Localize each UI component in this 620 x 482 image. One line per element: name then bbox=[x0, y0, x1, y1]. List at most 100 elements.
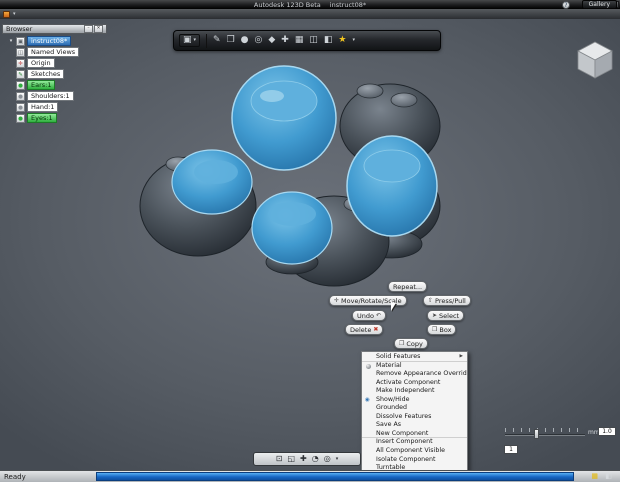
primitives-menu-icon: ▣ bbox=[183, 35, 192, 45]
look-at-icon[interactable]: ◎ bbox=[324, 455, 331, 463]
gallery-button[interactable]: Gallery bbox=[581, 0, 617, 9]
grid-slider-track[interactable] bbox=[505, 434, 585, 436]
menu-item-solid-features[interactable]: Solid Features ▶ bbox=[362, 353, 467, 362]
menu-item-insert-component[interactable]: Insert Component bbox=[362, 438, 467, 447]
orbit-icon[interactable]: ◔ bbox=[312, 455, 319, 463]
select-label: Select bbox=[439, 311, 460, 320]
component-icon: ▣ bbox=[16, 36, 25, 46]
model-canvas[interactable] bbox=[132, 56, 466, 296]
browser-item-label[interactable]: Ears:1 bbox=[27, 80, 56, 90]
browser-item-label[interactable]: instruct08* bbox=[27, 36, 72, 46]
browser-item-root[interactable]: ▾ ▣ instruct08* bbox=[8, 36, 72, 46]
mouse-cursor bbox=[391, 302, 396, 311]
context-menu: Solid Features ▶ Material Remove Appeara… bbox=[361, 351, 468, 482]
browser-item-sketches[interactable]: ✎ Sketches bbox=[16, 69, 65, 79]
menu-item-all-component-visible[interactable]: All Component Visible bbox=[362, 447, 467, 456]
app-menu-caret-icon[interactable]: ▾ bbox=[13, 11, 16, 17]
visibility-icon[interactable]: ● bbox=[16, 113, 25, 123]
press-pull-button[interactable]: ⇧ Press/Pull bbox=[423, 295, 471, 306]
browser-title: Browser bbox=[6, 25, 33, 33]
select-button[interactable]: ➤ Select bbox=[427, 310, 465, 321]
grid-value-field[interactable]: 1.0 bbox=[598, 427, 616, 436]
repeat-label: Repeat... bbox=[393, 282, 423, 291]
copy-button[interactable]: ❐ Copy bbox=[394, 338, 428, 349]
browser-item-label[interactable]: Hand:1 bbox=[27, 102, 59, 112]
menu-item-label: Save As bbox=[376, 421, 402, 429]
browser-item-label[interactable]: Shoulders:1 bbox=[27, 91, 74, 101]
navigation-toolbar: ⊡ ◱ ✚ ◔ ◎ ▾ bbox=[253, 452, 361, 466]
expander-icon[interactable]: ▾ bbox=[8, 38, 14, 44]
browser-item-eyes[interactable]: ● Eyes:1 bbox=[16, 113, 57, 123]
menu-item-make-independent[interactable]: Make Independent bbox=[362, 387, 467, 396]
extrude-tool-icon[interactable]: ◆ bbox=[268, 36, 275, 45]
browser-item-named-views[interactable]: ◫ Named Views bbox=[16, 47, 80, 57]
favorites-star-icon[interactable]: ★ bbox=[338, 36, 346, 45]
layout-status-icon[interactable]: ◧ bbox=[605, 473, 612, 480]
menu-item-label: Material bbox=[376, 361, 402, 369]
sketches-icon: ✎ bbox=[16, 69, 25, 79]
primitives-menu-button[interactable]: ▣ ▾ bbox=[179, 34, 201, 47]
visibility-icon[interactable]: ● bbox=[16, 102, 25, 112]
browser-panel-header[interactable]: Browser – ✕ bbox=[2, 24, 107, 34]
origin-icon: ✛ bbox=[16, 58, 25, 68]
grid-slider-handle[interactable] bbox=[534, 429, 539, 439]
move-tool-icon[interactable]: ✚ bbox=[281, 36, 289, 45]
delete-label: Delete bbox=[350, 325, 372, 334]
browser-close-button[interactable]: ✕ bbox=[94, 25, 103, 33]
copy-icon: ❐ bbox=[399, 339, 405, 347]
box-primitive-icon[interactable]: ❒ bbox=[227, 36, 235, 45]
browser-item-hand[interactable]: ● Hand:1 bbox=[16, 102, 59, 112]
box-select-button[interactable]: ❒ Box bbox=[427, 324, 457, 335]
app-logo-icon[interactable] bbox=[3, 10, 10, 18]
menu-item-show-hide[interactable]: ◉ Show/Hide bbox=[362, 396, 467, 405]
menu-item-save-as[interactable]: Save As bbox=[362, 421, 467, 430]
menu-item-isolate-component[interactable]: Isolate Component bbox=[362, 456, 467, 465]
document-title: instruct08* bbox=[329, 0, 367, 9]
sphere-primitive-icon[interactable]: ● bbox=[241, 36, 249, 45]
main-toolbar: ▣ ▾ ✎ ❒ ● ◎ ◆ ✚ ▦ ◫ ◧ ★ ▾ bbox=[173, 30, 441, 51]
undo-button[interactable]: Undo ↶ bbox=[352, 310, 387, 321]
menu-item-label: Activate Component bbox=[376, 378, 441, 386]
grid-status-icon[interactable]: ▦ bbox=[591, 473, 598, 480]
browser-item-label[interactable]: Sketches bbox=[27, 69, 65, 79]
app-window: Autodesk 123D Beta instruct08* – ❒ ✕ ▾ ?… bbox=[0, 0, 620, 482]
view-settings-caret-icon[interactable]: ▾ bbox=[336, 456, 339, 462]
menu-item-dissolve-features[interactable]: Dissolve Features bbox=[362, 413, 467, 422]
undo-arrow-icon: ↶ bbox=[375, 311, 382, 319]
delete-button[interactable]: Delete ✖ bbox=[345, 324, 384, 335]
help-icon[interactable]: ? bbox=[562, 1, 570, 9]
browser-item-label[interactable]: Named Views bbox=[27, 47, 80, 57]
view-cube[interactable] bbox=[576, 40, 614, 80]
menu-item-remove-appearance-override[interactable]: Remove Appearance Override bbox=[362, 370, 467, 379]
menu-item-label: Insert Component bbox=[376, 438, 433, 446]
browser-item-ears[interactable]: ● Ears:1 bbox=[16, 80, 56, 90]
sketch-tool-icon[interactable]: ✎ bbox=[213, 36, 221, 45]
fit-view-icon[interactable]: ◱ bbox=[287, 455, 295, 463]
repeat-button[interactable]: Repeat... bbox=[388, 281, 428, 292]
browser-item-origin[interactable]: ✛ Origin bbox=[16, 58, 55, 68]
browser-item-shoulders[interactable]: ● Shoulders:1 bbox=[16, 91, 74, 101]
submenu-arrow-icon: ▶ bbox=[459, 354, 463, 359]
zoom-window-icon[interactable]: ⊡ bbox=[276, 455, 283, 463]
shell-tool-icon[interactable]: ◧ bbox=[324, 36, 333, 45]
menu-item-material[interactable]: Material bbox=[362, 362, 467, 371]
combine-tool-icon[interactable]: ◫ bbox=[309, 36, 318, 45]
pattern-tool-icon[interactable]: ▦ bbox=[295, 36, 304, 45]
menu-item-grounded[interactable]: Grounded bbox=[362, 404, 467, 413]
more-tools-caret-icon[interactable]: ▾ bbox=[352, 38, 355, 43]
menu-item-label: Remove Appearance Override bbox=[376, 370, 468, 378]
press-pull-label: Press/Pull bbox=[435, 296, 466, 305]
pan-icon[interactable]: ✚ bbox=[300, 455, 307, 463]
browser-collapse-button[interactable]: – bbox=[84, 25, 93, 33]
cylinder-primitive-icon[interactable]: ◎ bbox=[255, 36, 263, 45]
menu-item-activate-component[interactable]: Activate Component bbox=[362, 379, 467, 388]
toolbar-divider bbox=[206, 33, 208, 48]
visibility-icon[interactable]: ● bbox=[16, 91, 25, 101]
press-pull-icon: ⇧ bbox=[428, 296, 434, 304]
visibility-icon[interactable]: ● bbox=[16, 80, 25, 90]
select-cursor-icon: ➤ bbox=[432, 311, 438, 319]
browser-item-label[interactable]: Origin bbox=[27, 58, 55, 68]
snap-value-field[interactable]: 1 bbox=[504, 445, 518, 454]
menu-item-new-component[interactable]: New Component bbox=[362, 430, 467, 439]
browser-item-label[interactable]: Eyes:1 bbox=[27, 113, 57, 123]
